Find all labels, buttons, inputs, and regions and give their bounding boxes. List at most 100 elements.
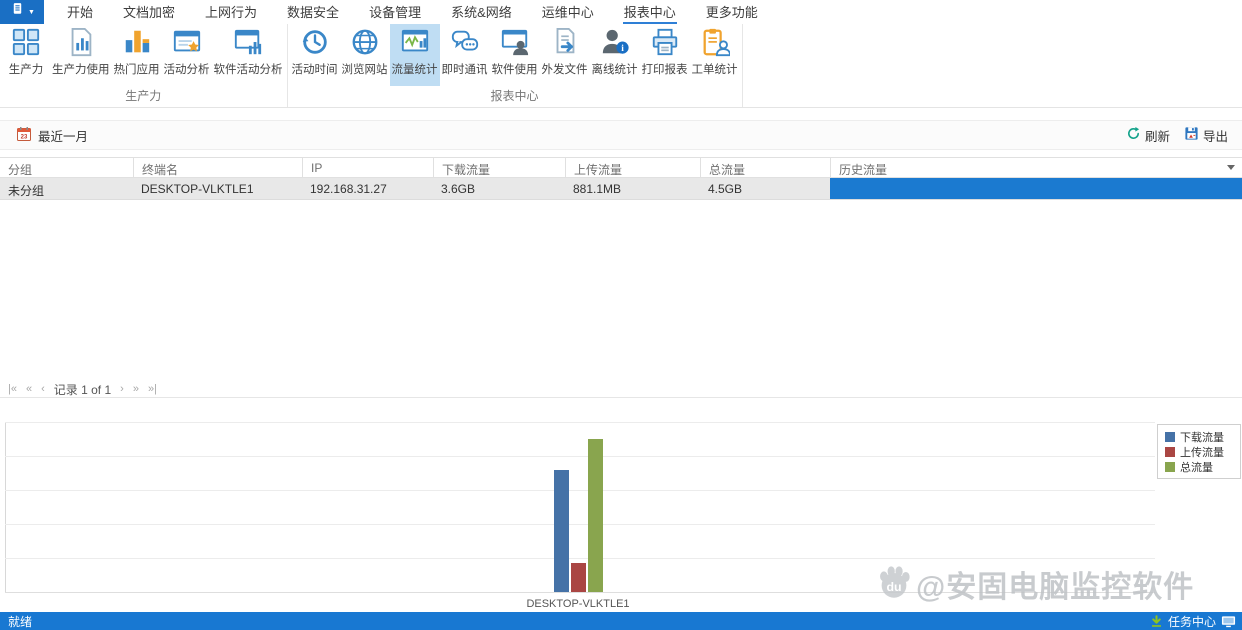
ribbon-button-浏览网站[interactable]: 浏览网站 (340, 24, 390, 86)
table-cell: 未分组 (8, 184, 45, 198)
chart-gridline (5, 422, 1155, 423)
ribbon-button-label: 外发文件 (541, 64, 588, 76)
ribbon-button-label: 即时通讯 (441, 64, 488, 76)
page-last-button[interactable]: »| (148, 383, 157, 395)
page-next-fast-button[interactable]: » (133, 383, 139, 395)
ribbon-button-软件活动分析[interactable]: 软件活动分析 (212, 24, 285, 86)
table-header: 分组 终端名 IP 下载流量 上传流量 总流量 历史流量 (0, 157, 1242, 178)
legend-swatch (1165, 461, 1175, 472)
menu-tab-label: 设备管理 (369, 5, 422, 20)
date-range-filter[interactable]: 23 最近一月 (16, 126, 88, 145)
ribbon-group-报表中心: 活动时间 浏览网站 流量统计 即时通讯 软件使用 外发文件 i 离线统计 打印报表 工单统计报表中… (288, 24, 743, 107)
ribbon-button-外发文件[interactable]: 外发文件 (540, 24, 590, 86)
table-cell: 192.168.31.27 (310, 182, 387, 196)
page-prev-button[interactable]: ‹ (41, 383, 45, 395)
ribbon-button-热门应用[interactable]: 热门应用 (112, 24, 162, 86)
table-cell: DESKTOP-VLKTLE1 (141, 182, 254, 196)
legend-label: 下载流量 (1180, 431, 1224, 444)
doc-chart-icon (66, 27, 96, 57)
ribbon-group-items: 生产力 生产力使用 热门应用 活动分析 软件活动分析 (2, 24, 285, 87)
clock-icon (300, 27, 330, 57)
menu-tab-label: 报表中心 (622, 0, 677, 24)
ribbon-button-软件使用[interactable]: 软件使用 (490, 24, 540, 86)
page-next-button[interactable]: › (120, 383, 124, 395)
page-first-button[interactable]: |« (8, 383, 17, 395)
menu-tab-label: 开始 (67, 5, 94, 20)
column-header-终端名[interactable]: 终端名 (133, 158, 302, 177)
menu-tab-文档加密[interactable]: 文档加密 (108, 0, 190, 24)
bar-下载流量[interactable] (553, 470, 569, 592)
menu-tab-报表中心[interactable]: 报表中心 (609, 0, 691, 24)
menu-tab-label: 数据安全 (287, 5, 340, 20)
legend-item-上传流量[interactable]: 上传流量 (1165, 444, 1240, 459)
column-header-历史流量[interactable]: 历史流量 (830, 158, 1242, 177)
ribbon-group-label: 报表中心 (490, 89, 539, 103)
status-ready-label: 就绪 (8, 614, 33, 629)
column-header-上传流量[interactable]: 上传流量 (565, 158, 700, 177)
menu-tab-开始[interactable]: 开始 (52, 0, 108, 24)
ribbon-button-即时通讯[interactable]: 即时通讯 (440, 24, 490, 86)
chevron-down-icon: ▼ (28, 8, 35, 16)
ribbon-button-label: 流量统计 (391, 64, 438, 76)
legend-label: 上传流量 (1180, 446, 1224, 459)
chart-gridline (5, 524, 1155, 525)
ribbon-button-label: 活动时间 (291, 64, 338, 76)
ribbon-button-label: 软件使用 (491, 64, 538, 76)
table-row[interactable]: 未分组 DESKTOP-VLKTLE1 192.168.31.27 3.6GB 881.… (0, 178, 1242, 200)
column-header-下载流量[interactable]: 下载流量 (433, 158, 565, 177)
ribbon-button-离线统计[interactable]: i 离线统计 (590, 24, 640, 86)
window-chart-icon (233, 27, 263, 57)
ribbon-button-label: 离线统计 (591, 64, 638, 76)
ribbon-button-生产力使用[interactable]: 生产力使用 (50, 24, 112, 86)
ribbon-button-label: 活动分析 (163, 64, 210, 76)
ribbon-button-活动分析[interactable]: 活动分析 (162, 24, 212, 86)
grid-icon (11, 27, 41, 57)
legend-item-下载流量[interactable]: 下载流量 (1165, 429, 1240, 444)
ribbon-button-生产力[interactable]: 生产力 (2, 24, 50, 86)
user-info-icon: i (600, 27, 630, 57)
app-menu-button[interactable]: ▼ (0, 0, 44, 24)
menu-tab-上网行为[interactable]: 上网行为 (190, 0, 272, 24)
column-header-IP[interactable]: IP (302, 158, 433, 177)
export-button[interactable]: 导出 (1184, 126, 1228, 145)
column-header-分组[interactable]: 分组 (0, 158, 133, 177)
chart-gridline (5, 558, 1155, 559)
date-range-label: 最近一月 (38, 129, 89, 144)
chart-y-axis (5, 422, 6, 592)
ribbon-button-打印报表[interactable]: 打印报表 (640, 24, 690, 86)
chart-gridline (5, 456, 1155, 457)
chat-icon (450, 27, 480, 57)
menu-tab-label: 文档加密 (123, 5, 176, 20)
monitor-icon[interactable] (1221, 614, 1236, 629)
refresh-button[interactable]: 刷新 (1126, 126, 1170, 145)
ribbon-button-工单统计[interactable]: 工单统计 (690, 24, 740, 86)
ribbon-button-label: 生产力使用 (52, 64, 110, 76)
chart-legend: 下载流量上传流量 总流量 (1157, 424, 1241, 479)
bar-上传流量[interactable] (570, 563, 586, 592)
legend-item-总流量[interactable]: 总流量 (1165, 459, 1240, 474)
ribbon-button-活动时间[interactable]: 活动时间 (290, 24, 340, 86)
task-center-button[interactable]: 任务中心 (1168, 613, 1216, 630)
menu-tab-系统&网络[interactable]: 系统&网络 (436, 0, 527, 24)
column-header-总流量[interactable]: 总流量 (700, 158, 830, 177)
bar-总流量[interactable] (587, 439, 603, 592)
ribbon-button-label: 浏览网站 (341, 64, 388, 76)
menu-tab-数据安全[interactable]: 数据安全 (272, 0, 354, 24)
status-bar: 就绪 任务中心 (0, 612, 1242, 630)
bar-chart-icon (122, 27, 152, 57)
record-count-label: 记录 1 of 1 (53, 382, 112, 397)
menu-tab-设备管理[interactable]: 设备管理 (354, 0, 436, 24)
menu-tab-更多功能[interactable]: 更多功能 (691, 0, 773, 24)
menu-tab-label: 更多功能 (705, 5, 758, 20)
menu-tab-运维中心[interactable]: 运维中心 (527, 0, 609, 24)
ribbon-button-流量统计[interactable]: 流量统计 (389, 24, 440, 86)
monitor-wave-icon (400, 27, 430, 57)
column-menu-icon[interactable] (1227, 165, 1235, 170)
window-star-icon (172, 27, 202, 57)
history-traffic-bar (830, 178, 1242, 199)
ribbon-button-label: 生产力 (8, 64, 44, 76)
window-user-icon (500, 27, 530, 57)
menu-tab-label: 运维中心 (541, 5, 594, 20)
chart-gridline (5, 592, 1155, 593)
page-prev-fast-button[interactable]: « (26, 383, 32, 395)
